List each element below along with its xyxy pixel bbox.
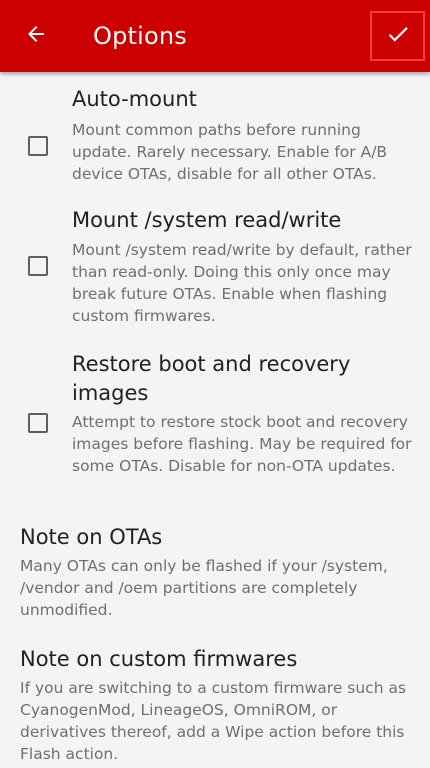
option-description: Mount /system read/write by default, rat… bbox=[72, 241, 412, 325]
note-custom-firmwares-text: If you are switching to a custom firmwar… bbox=[20, 679, 407, 763]
note-otas-title: Note on OTAs bbox=[20, 525, 163, 549]
back-button[interactable] bbox=[14, 14, 58, 58]
option-restore-boot-recovery[interactable]: Restore boot and recovery images Attempt… bbox=[0, 350, 430, 500]
option-auto-mount[interactable]: Auto-mount Mount common paths before run… bbox=[0, 85, 430, 197]
mount-system-rw-checkbox[interactable] bbox=[28, 256, 48, 276]
page-title: Options bbox=[93, 22, 188, 50]
restore-boot-recovery-checkbox[interactable] bbox=[28, 413, 48, 433]
arrow-back-icon bbox=[24, 22, 48, 50]
checkmark-icon bbox=[385, 21, 411, 51]
option-title: Mount /system read/write bbox=[72, 208, 342, 232]
note-custom-firmwares-title: Note on custom firmwares bbox=[20, 647, 298, 671]
option-mount-system-rw[interactable]: Mount /system read/write Mount /system r… bbox=[0, 206, 430, 328]
confirm-button[interactable] bbox=[370, 11, 425, 61]
option-description: Attempt to restore stock boot and recove… bbox=[72, 413, 412, 475]
app-bar: Options bbox=[0, 0, 430, 72]
option-description: Mount common paths before running update… bbox=[72, 121, 388, 183]
options-list: Auto-mount Mount common paths before run… bbox=[0, 72, 430, 768]
auto-mount-checkbox[interactable] bbox=[28, 136, 48, 156]
option-title: Restore boot and recovery images bbox=[72, 352, 351, 405]
note-otas-text: Many OTAs can only be flashed if your /s… bbox=[20, 557, 388, 619]
option-title: Auto-mount bbox=[72, 87, 197, 111]
